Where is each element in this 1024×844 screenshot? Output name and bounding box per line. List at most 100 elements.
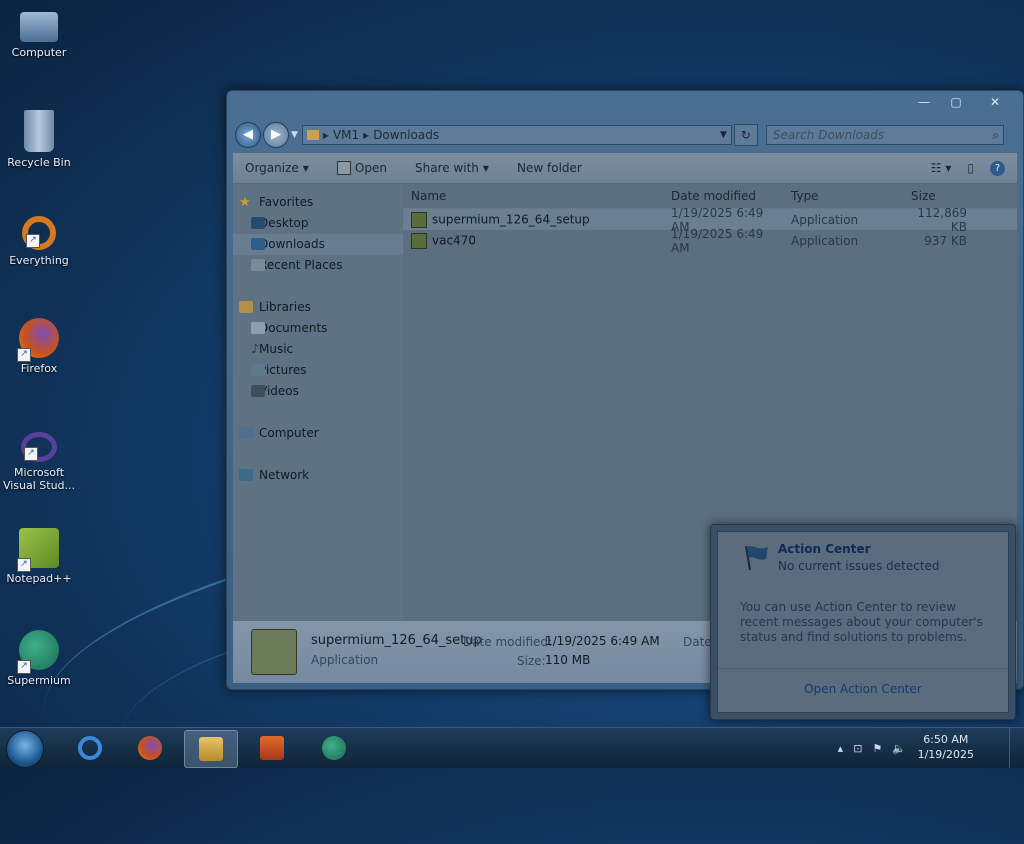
nav-desktop[interactable]: Desktop <box>233 213 403 234</box>
desktop-icon-firefox[interactable]: ↗ Firefox <box>2 318 76 375</box>
computer-icon <box>20 12 58 42</box>
details-file-name: supermium_126_64_setup <box>311 633 482 648</box>
organize-label: Organize <box>245 161 299 175</box>
network-icon[interactable]: ⊡ <box>853 742 862 755</box>
nav-computer[interactable]: Computer <box>233 423 403 444</box>
nav-pictures-label: Pictures <box>259 363 307 377</box>
view-controls: ☷ ▾ ▯ ? <box>931 160 1005 176</box>
shortcut-arrow-icon: ↗ <box>17 558 31 572</box>
desktop-icon-label: Everything <box>9 254 69 267</box>
firefox-icon <box>138 736 162 760</box>
action-center-flag-icon <box>745 545 768 571</box>
nav-desktop-label: Desktop <box>259 216 309 230</box>
column-header-size[interactable]: Size <box>903 189 973 203</box>
volume-icon[interactable]: 🔈 <box>892 742 906 755</box>
history-dropdown-icon[interactable]: ▼ <box>291 130 298 140</box>
nav-music[interactable]: ♪ Music <box>233 339 403 360</box>
address-bar[interactable]: ▸ VM1 ▸ Downloads ▼ <box>301 125 732 145</box>
close-button[interactable]: ✕ <box>973 93 1017 111</box>
shortcut-arrow-icon: ↗ <box>26 234 40 248</box>
desktop-icon-recycle-bin[interactable]: Recycle Bin <box>2 110 76 169</box>
recent-places-icon <box>251 259 265 271</box>
action-center-panel: Action Center No current issues detected… <box>717 531 1009 713</box>
action-center-subtitle: No current issues detected <box>778 559 940 573</box>
star-icon: ★ <box>239 195 251 210</box>
search-placeholder: Search Downloads <box>772 128 885 142</box>
taskbar-firefox[interactable] <box>124 730 176 766</box>
details-size-value: 110 MB <box>545 653 591 667</box>
taskbar-supermium[interactable] <box>308 730 360 766</box>
chevron-down-icon: ▼ <box>302 163 309 173</box>
application-icon <box>251 629 297 675</box>
show-hidden-icons-button[interactable]: ▴ <box>838 742 844 755</box>
action-center-flag-icon[interactable]: ⚑ <box>872 742 882 755</box>
file-name-cell: vac470 <box>403 232 663 249</box>
recycle-bin-icon <box>24 110 54 152</box>
start-button[interactable] <box>6 730 44 768</box>
notepad-plus-plus-icon: ↗ <box>17 528 59 572</box>
desktop-icon-visual-studio[interactable]: ↗ Microsoft Visual Stud... <box>2 432 76 492</box>
nav-videos[interactable]: Videos <box>233 381 403 402</box>
column-header-date[interactable]: Date modified <box>663 189 783 203</box>
shortcut-arrow-icon: ↗ <box>24 447 38 461</box>
file-date: 1/19/2025 6:49 AM <box>671 226 764 255</box>
nav-recent-places[interactable]: Recent Places <box>233 255 403 276</box>
breadcrumb-downloads[interactable]: Downloads <box>373 128 439 142</box>
breadcrumb-arrow-icon[interactable]: ▸ <box>323 128 329 142</box>
documents-icon <box>251 322 265 334</box>
shortcut-arrow-icon: ↗ <box>17 660 31 674</box>
column-header-name[interactable]: Name <box>403 189 663 203</box>
action-center-title: Action Center <box>778 542 871 556</box>
back-button[interactable]: ◀ <box>235 122 261 148</box>
file-name: supermium_126_64_setup <box>432 212 590 226</box>
nav-libraries[interactable]: Libraries <box>233 297 403 318</box>
taskbar-windows-explorer[interactable] <box>184 730 238 768</box>
help-icon[interactable]: ? <box>990 160 1005 176</box>
command-bar: Organize ▼ Open Share with ▼ New folder … <box>233 153 1017 184</box>
nav-downloads[interactable]: Downloads <box>233 234 403 255</box>
open-button[interactable]: Open <box>336 161 387 175</box>
folder-icon <box>306 130 319 140</box>
change-view-icon[interactable]: ☷ ▾ <box>931 161 952 175</box>
maximize-button[interactable]: ▢ <box>941 93 971 111</box>
internet-explorer-icon <box>78 736 102 760</box>
supermium-icon <box>322 736 346 760</box>
desktop-icon-computer[interactable]: Computer <box>2 8 76 59</box>
nav-pictures[interactable]: Pictures <box>233 360 403 381</box>
preview-pane-icon[interactable]: ▯ <box>967 161 974 175</box>
nav-documents[interactable]: Documents <box>233 318 403 339</box>
organize-button[interactable]: Organize ▼ <box>245 161 309 175</box>
search-input[interactable]: Search Downloads ⌕ <box>765 125 1004 145</box>
nav-network[interactable]: Network <box>233 465 403 486</box>
minimize-button[interactable]: — <box>909 93 939 111</box>
taskbar-internet-explorer[interactable] <box>64 730 116 766</box>
taskbar-media-player[interactable] <box>246 730 298 766</box>
application-icon <box>411 232 427 249</box>
refresh-button[interactable]: ↻ <box>733 124 758 146</box>
clock[interactable]: 6:50 AM 1/19/2025 <box>918 732 974 762</box>
clock-time: 6:50 AM <box>923 733 969 746</box>
visual-studio-icon: ↗ <box>21 432 57 462</box>
details-date-label: Date modified: <box>463 635 553 649</box>
videos-icon <box>251 385 265 397</box>
address-dropdown-icon[interactable]: ▼ <box>720 130 727 140</box>
forward-button[interactable]: ▶ <box>263 122 289 148</box>
share-with-button[interactable]: Share with ▼ <box>415 161 489 175</box>
desktop-icon <box>251 217 265 229</box>
firefox-icon: ↗ <box>17 318 59 362</box>
desktop-icon-supermium[interactable]: ↗ Supermium <box>2 630 76 687</box>
application-icon <box>336 161 351 175</box>
show-desktop-button[interactable] <box>1009 728 1024 768</box>
desktop-icon-notepad-plus-plus[interactable]: ↗ Notepad++ <box>2 528 76 585</box>
search-icon[interactable]: ⌕ <box>992 126 999 144</box>
new-folder-button[interactable]: New folder <box>517 161 582 175</box>
file-row[interactable]: vac470 1/19/2025 6:49 AM Application 937… <box>403 227 1017 255</box>
nav-favorites[interactable]: ★ Favorites <box>233 192 403 213</box>
desktop-icon-label: Notepad++ <box>6 572 72 585</box>
nav-favorites-label: Favorites <box>259 195 314 209</box>
breadcrumb-arrow-icon[interactable]: ▸ <box>363 128 369 142</box>
column-header-type[interactable]: Type <box>783 189 903 203</box>
open-action-center-link[interactable]: Open Action Center <box>718 682 1008 696</box>
breadcrumb-vm1[interactable]: VM1 <box>333 128 359 142</box>
desktop-icon-everything[interactable]: ↗ Everything <box>2 216 76 267</box>
